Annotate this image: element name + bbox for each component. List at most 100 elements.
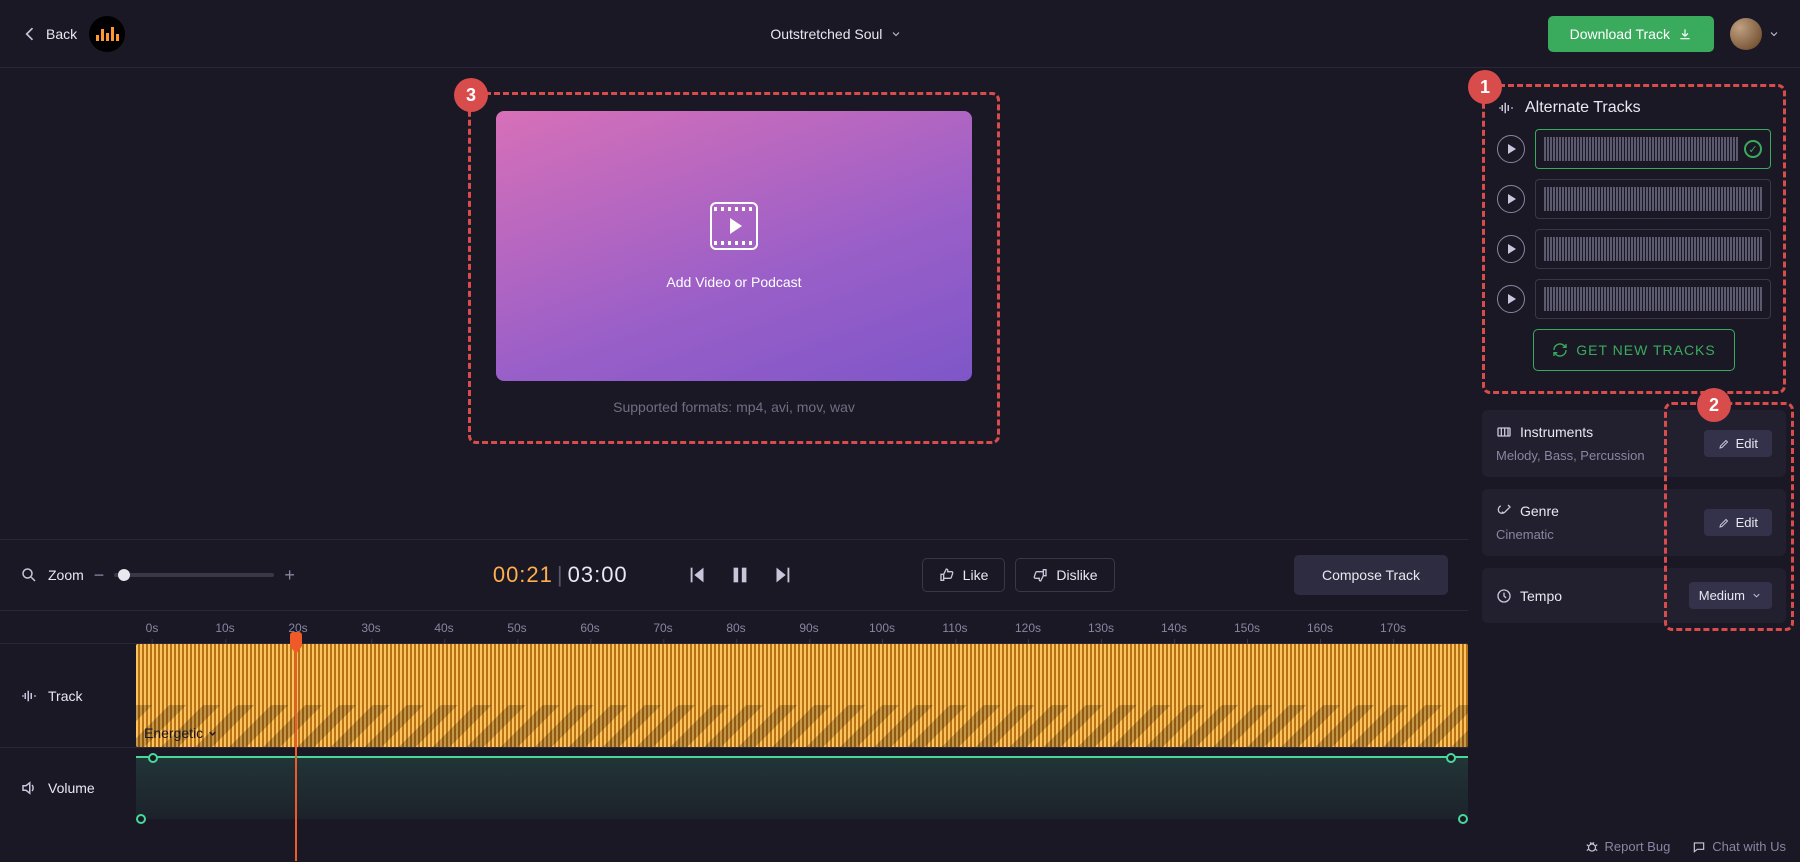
ruler-tick: 60s [580,621,599,635]
user-menu[interactable] [1730,18,1780,50]
project-title[interactable]: Outstretched Soul [770,26,902,42]
like-label: Like [963,567,989,583]
tempo-label: Tempo [1520,588,1562,604]
ruler-tick: 90s [799,621,818,635]
instruments-setting: Instruments Melody, Bass, Percussion Edi… [1482,410,1786,477]
alt-track-row [1497,179,1771,219]
alt-track-row [1497,279,1771,319]
chat-icon [1692,840,1706,854]
track-label: Track [0,644,120,747]
timeline: 0s10s20s30s40s50s60s70s80s90s100s110s120… [0,611,1468,861]
header: Back Outstretched Soul Download Track [0,0,1800,68]
playback-controls [686,563,794,587]
like-button[interactable]: Like [922,558,1006,592]
refresh-icon [1552,342,1568,358]
compose-label: Compose Track [1322,567,1420,583]
play-alt-button[interactable] [1497,285,1525,313]
edit-label: Edit [1736,515,1758,530]
ruler-tick: 160s [1307,621,1333,635]
zoom-in-button[interactable]: + [284,565,295,586]
alt-track[interactable] [1535,179,1771,219]
clock-icon [1496,588,1512,604]
volume-node[interactable] [1458,814,1468,824]
volume-node[interactable] [1446,753,1456,763]
compose-button[interactable]: Compose Track [1294,555,1448,595]
time-display: 00:21|03:00 [493,562,628,588]
main: 3 Add Video or Podcast Supported formats… [0,68,1800,861]
playhead[interactable] [295,644,297,861]
alt-title-text: Alternate Tracks [1525,99,1641,117]
report-bug-button[interactable]: Report Bug [1585,839,1671,854]
pencil-icon [1718,438,1730,450]
left-pane: 3 Add Video or Podcast Supported formats… [0,68,1468,861]
ruler-tick: 140s [1161,621,1187,635]
ruler-tick: 170s [1380,621,1406,635]
waveform-icon [1497,99,1515,117]
waveform-clip[interactable]: Energetic [136,644,1468,747]
ruler-tick: 120s [1015,621,1041,635]
upload-cta: Add Video or Podcast [666,274,801,290]
alt-track[interactable] [1535,279,1771,319]
genre-setting: Genre Cinematic Edit [1482,489,1786,556]
ruler-tick: 150s [1234,621,1260,635]
feedback-group: Like Dislike [922,558,1115,592]
ruler-tick: 130s [1088,621,1114,635]
mini-waveform-icon [1544,237,1762,261]
volume-label-text: Volume [48,780,95,796]
get-new-tracks-button[interactable]: GET NEW TRACKS [1533,329,1735,371]
ruler-tick: 80s [726,621,745,635]
zoom-slider[interactable] [114,573,274,577]
supported-formats: Supported formats: mp4, avi, mov, wav [471,399,997,415]
settings-stack: 2 Instruments Melody, Bass, Percussion E… [1482,410,1786,623]
waveform-icon [20,687,38,705]
time-ruler[interactable]: 0s10s20s30s40s50s60s70s80s90s100s110s120… [136,611,1468,643]
volume-node[interactable] [148,753,158,763]
chevron-down-icon [207,728,218,739]
next-button[interactable] [770,563,794,587]
play-alt-button[interactable] [1497,235,1525,263]
dislike-button[interactable]: Dislike [1015,558,1114,592]
play-alt-button[interactable] [1497,135,1525,163]
skip-forward-icon [771,564,793,586]
alt-track-selected[interactable]: ✓ [1535,129,1771,169]
chevron-down-icon [890,28,902,40]
chat-button[interactable]: Chat with Us [1692,839,1786,854]
instruments-label: Instruments [1520,424,1593,440]
mini-waveform-icon [1544,187,1762,211]
edit-instruments-button[interactable]: Edit [1704,430,1772,457]
back-label: Back [46,26,77,42]
upload-area[interactable]: 3 Add Video or Podcast Supported formats… [468,92,1000,444]
alt-track[interactable] [1535,229,1771,269]
tempo-value: Medium [1699,588,1745,603]
download-button[interactable]: Download Track [1548,16,1714,52]
instruments-value: Melody, Bass, Percussion [1496,448,1645,463]
genre-value: Cinematic [1496,527,1559,542]
upload-dropzone[interactable]: Add Video or Podcast [496,111,972,381]
right-pane: 1 Alternate Tracks ✓ [1468,68,1800,861]
track-row: Track Energetic [0,643,1468,747]
logo [89,16,125,52]
chat-label: Chat with Us [1712,839,1786,854]
play-alt-button[interactable] [1497,185,1525,213]
prev-button[interactable] [686,563,710,587]
mood-selector[interactable]: Energetic [144,725,218,741]
zoom-control: Zoom − + [20,565,295,586]
edit-label: Edit [1736,436,1758,451]
tempo-setting: Tempo Medium [1482,568,1786,623]
volume-automation[interactable] [120,748,1468,827]
volume-node[interactable] [136,814,146,824]
track-content[interactable]: Energetic [120,644,1468,747]
ruler-tick: 40s [434,621,453,635]
edit-genre-button[interactable]: Edit [1704,509,1772,536]
mini-waveform-icon [1544,287,1762,311]
current-time: 00:21 [493,562,553,587]
tempo-select[interactable]: Medium [1689,582,1772,609]
report-bug-label: Report Bug [1605,839,1671,854]
download-label: Download Track [1570,26,1670,42]
back-button[interactable]: Back [20,24,77,44]
genre-label: Genre [1520,503,1559,519]
panel-title: Alternate Tracks [1497,99,1771,117]
ruler-tick: 50s [507,621,526,635]
pause-button[interactable] [728,563,752,587]
zoom-out-button[interactable]: − [94,565,105,586]
